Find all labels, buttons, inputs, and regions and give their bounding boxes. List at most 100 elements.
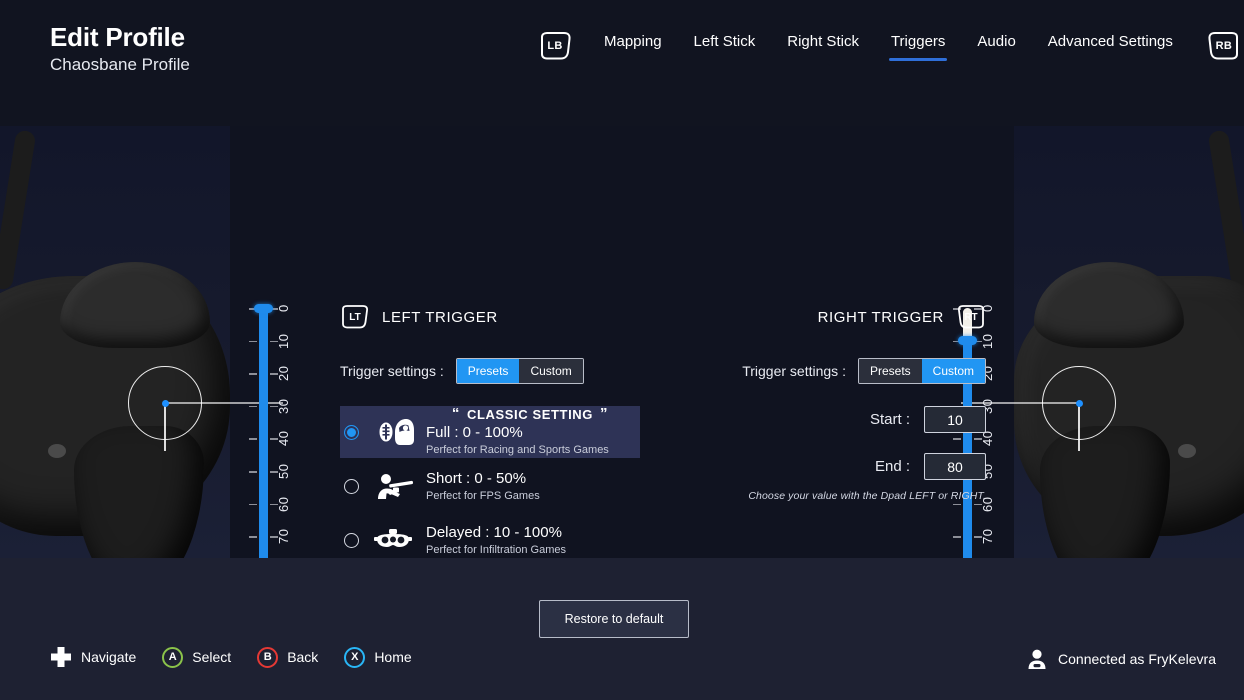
left-trigger-gauge[interactable]: 0102030405060708090100 bbox=[246, 302, 302, 558]
hint-navigate[interactable]: Navigate bbox=[50, 646, 136, 668]
tab-label: Audio bbox=[977, 33, 1016, 50]
hint-label: Home bbox=[374, 649, 412, 665]
right-trigger-panel: RIGHT TRIGGER RT Trigger settings : Pres… bbox=[686, 302, 986, 502]
reticle-vertical-line bbox=[164, 403, 166, 451]
gauge-tick-label: 70 bbox=[276, 528, 291, 544]
hint-label: Navigate bbox=[81, 649, 137, 665]
end-input[interactable]: 80 bbox=[924, 453, 986, 480]
preset-quote-title: CLASSIC SETTING bbox=[466, 406, 593, 422]
rt-badge-icon: RT bbox=[956, 305, 986, 329]
preset-main-label: Short : 0 - 50% bbox=[426, 469, 527, 487]
right-settings-label: Trigger settings : bbox=[742, 363, 846, 379]
left-mode-custom-button[interactable]: Custom bbox=[519, 359, 583, 383]
hint-home[interactable]: X Home bbox=[344, 646, 412, 668]
preset-option-short[interactable]: Short : 0 - 50% Perfect for FPS Games bbox=[340, 460, 640, 512]
hint-back[interactable]: B Back bbox=[257, 646, 319, 668]
rt-badge-label: RT bbox=[964, 311, 978, 323]
custom-values-hint: Choose your value with the Dpad LEFT or … bbox=[748, 490, 986, 502]
tab-audio[interactable]: Audio bbox=[961, 31, 1031, 61]
right-trigger-header: RIGHT TRIGGER RT bbox=[686, 302, 986, 332]
end-label: End : bbox=[874, 458, 910, 475]
racing-helmet-icon bbox=[372, 413, 416, 451]
controller-grip bbox=[74, 426, 204, 558]
right-mode-toggle[interactable]: Presets Custom bbox=[857, 358, 986, 384]
preset-sub-label: Perfect for Racing and Sports Games bbox=[426, 443, 609, 456]
hint-label: Back bbox=[287, 649, 319, 665]
quote-open-icon: “ bbox=[451, 405, 460, 422]
gauge-tick bbox=[249, 503, 257, 506]
controller-cable bbox=[1207, 129, 1244, 291]
app-root: Edit Profile Chaosbane Profile LB Mappin… bbox=[0, 0, 1244, 700]
profile-name: Chaosbane Profile bbox=[50, 55, 190, 74]
gauge-tick bbox=[249, 405, 257, 408]
gauge-tick-label: 30 bbox=[276, 398, 291, 414]
reticle-dot bbox=[161, 399, 169, 407]
left-bumper-icon[interactable]: LB bbox=[538, 32, 572, 60]
left-trigger-shape bbox=[60, 262, 210, 348]
reticle-dot bbox=[1075, 399, 1083, 407]
gauge-tick-label: 20 bbox=[276, 365, 291, 381]
page-title: Edit Profile bbox=[50, 22, 185, 52]
quote-close-icon: ” bbox=[600, 405, 609, 422]
lt-badge-label: LT bbox=[349, 311, 361, 323]
left-trigger-settings-row: Trigger settings : Presets Custom bbox=[340, 358, 640, 384]
right-bumper-icon[interactable]: RB bbox=[1207, 32, 1241, 60]
left-trigger-title: LEFT TRIGGER bbox=[382, 308, 498, 326]
left-controller-image bbox=[0, 126, 240, 558]
preset-text: Short : 0 - 50% Perfect for FPS Games bbox=[426, 469, 634, 504]
preset-text: “ CLASSIC SETTING ” Full : 0 - 100% Perf… bbox=[426, 405, 634, 458]
preset-main-label: Delayed : 10 - 100% bbox=[426, 523, 562, 541]
gauge-tick-label: 10 bbox=[276, 332, 291, 349]
tab-mapping[interactable]: Mapping bbox=[588, 31, 678, 61]
preset-radio[interactable] bbox=[344, 478, 359, 494]
left-trigger-header: LT LEFT TRIGGER bbox=[340, 302, 640, 332]
gauge-tick-label: 40 bbox=[276, 430, 291, 447]
gauge-start-handle[interactable] bbox=[254, 303, 273, 313]
preset-radio[interactable] bbox=[344, 532, 359, 548]
right-trigger-title: RIGHT TRIGGER bbox=[817, 308, 944, 326]
user-avatar-icon bbox=[1026, 648, 1048, 670]
footer-bar: Navigate A Select B Back X Home Connecte… bbox=[0, 640, 1244, 700]
left-mode-toggle[interactable]: Presets Custom bbox=[455, 358, 584, 384]
a-button-icon: A bbox=[162, 646, 184, 668]
left-bumper-label: LB bbox=[547, 40, 563, 52]
tab-label: Triggers bbox=[890, 33, 946, 50]
header-bar: Edit Profile Chaosbane Profile LB Mappin… bbox=[0, 0, 1244, 126]
controller-face-button bbox=[1178, 444, 1196, 458]
controller-cable bbox=[0, 129, 37, 291]
start-input[interactable]: 10 bbox=[924, 406, 986, 433]
preset-option-classic[interactable]: “ CLASSIC SETTING ” Full : 0 - 100% Perf… bbox=[340, 406, 640, 458]
preset-list: “ CLASSIC SETTING ” Full : 0 - 100% Perf… bbox=[340, 406, 640, 558]
hint-select[interactable]: A Select bbox=[162, 646, 231, 668]
preset-option-delayed[interactable]: Delayed : 10 - 100% Perfect for Infiltra… bbox=[340, 514, 640, 558]
button-hints: Navigate A Select B Back X Home bbox=[50, 646, 412, 668]
tab-right-stick[interactable]: Right Stick bbox=[771, 31, 875, 61]
tab-label: Mapping bbox=[604, 33, 662, 50]
end-field-row: End : 80 bbox=[686, 453, 986, 480]
gauge-scale-labels: 0102030405060708090100 bbox=[276, 302, 302, 558]
gauge-tick-label: 0 bbox=[276, 304, 291, 312]
controller-face-button bbox=[48, 444, 66, 458]
preset-sub-label: Perfect for Infiltration Games bbox=[426, 543, 566, 556]
gauge-tick bbox=[249, 373, 257, 375]
tab-triggers[interactable]: Triggers bbox=[875, 31, 961, 61]
gauge-tick bbox=[249, 438, 257, 440]
custom-values-group: Start : 10 End : 80 Choose your value wi… bbox=[686, 406, 986, 502]
sniper-soldier-icon bbox=[372, 467, 416, 505]
right-mode-custom-button[interactable]: Custom bbox=[921, 359, 985, 383]
gauge-tick-label: 50 bbox=[276, 463, 291, 479]
trigger-configuration-band: 0102030405060708090100 01020304050607080… bbox=[0, 126, 1244, 558]
restore-to-default-button[interactable]: Restore to default bbox=[539, 600, 689, 638]
left-settings-label: Trigger settings : bbox=[340, 363, 444, 379]
tab-advanced-settings[interactable]: Advanced Settings bbox=[1032, 31, 1189, 61]
preset-radio[interactable] bbox=[344, 424, 359, 440]
right-controller-image bbox=[1004, 126, 1244, 558]
gauge-tick-label: 70 bbox=[980, 528, 995, 544]
connection-label: Connected as FryKelevra bbox=[1058, 651, 1216, 667]
right-trigger-reticle bbox=[961, 366, 1116, 451]
right-mode-presets-button[interactable]: Presets bbox=[858, 359, 922, 383]
tab-left-stick[interactable]: Left Stick bbox=[678, 31, 772, 61]
preset-sub-label: Perfect for FPS Games bbox=[426, 489, 540, 502]
preset-text: Delayed : 10 - 100% Perfect for Infiltra… bbox=[426, 523, 634, 558]
left-mode-presets-button[interactable]: Presets bbox=[456, 359, 520, 383]
